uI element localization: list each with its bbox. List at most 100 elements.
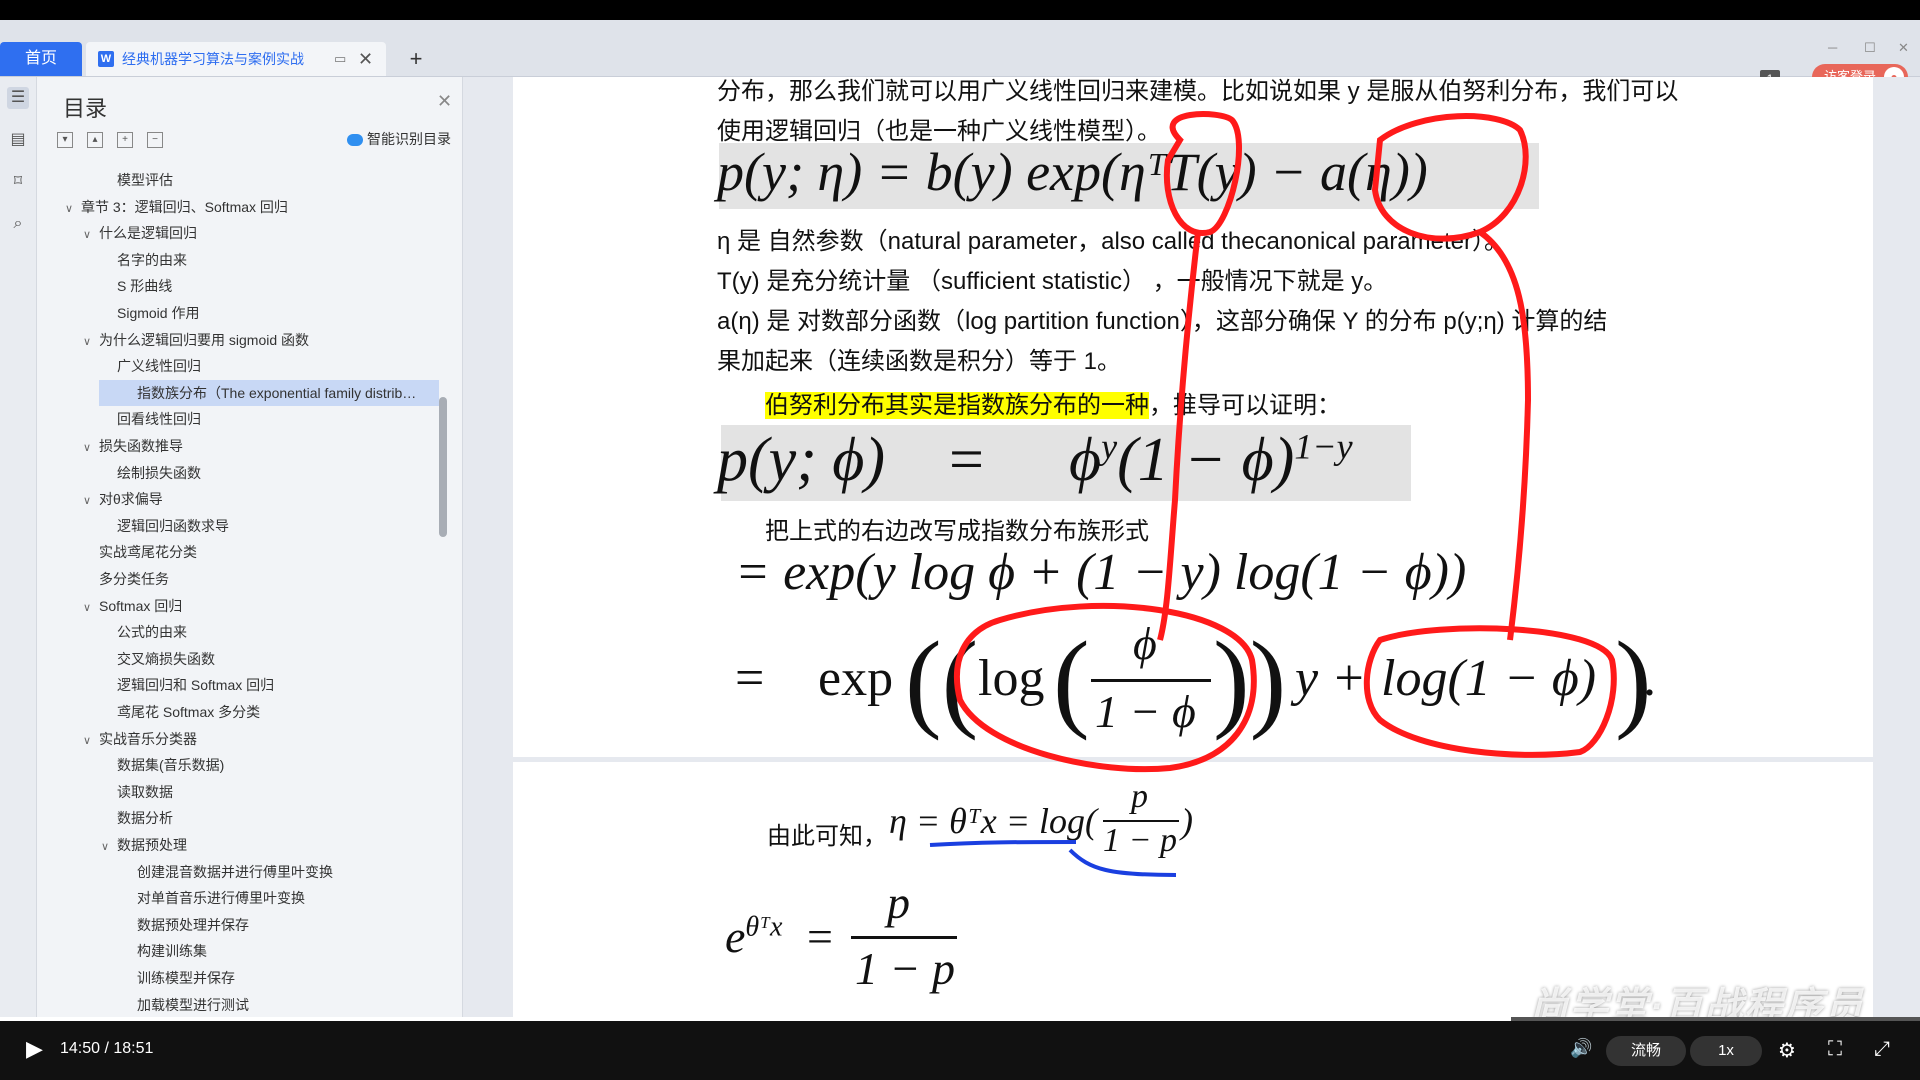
toc-item-label: 实战音乐分类器 [99, 730, 197, 747]
doc-line-1: 分布，那么我们就可以用广义线性回归来建模。比如说如果 y 是服从伯努利分布，我们… [717, 78, 1679, 105]
toc-item[interactable]: Sigmoid 作用 [37, 300, 437, 326]
eq5-close: ) [1181, 801, 1193, 841]
chevron-down-icon[interactable]: ∨ [83, 728, 99, 752]
toc-item[interactable]: ∨ 数据预处理 [37, 832, 437, 858]
toc-item[interactable]: 多分类任务 [37, 566, 437, 592]
toc-item[interactable]: 数据预处理并保存 [37, 912, 437, 938]
toc-item-label: 名字的由来 [117, 251, 187, 268]
toc-item-label: 绘制损失函数 [117, 464, 201, 481]
equation-y-plus: y + [1295, 650, 1367, 707]
pages-icon[interactable]: ▤ [7, 129, 29, 151]
bookmark-icon[interactable]: ⌑ [7, 171, 29, 193]
toc-item[interactable]: 实战鸢尾花分类 [37, 539, 437, 565]
toc-item[interactable]: 逻辑回归和 Softmax 回归 [37, 672, 437, 698]
toc-item-label: 创建混音数据并进行傅里叶变换 [137, 863, 333, 880]
smart-toc-label: 智能识别目录 [367, 131, 451, 147]
toc-item[interactable]: 广义线性回归 [37, 353, 437, 379]
toc-item[interactable]: 公式的由来 [37, 619, 437, 645]
toc-item-label: 数据预处理 [117, 837, 187, 853]
chevron-down-icon[interactable]: ∨ [83, 435, 99, 459]
close-window-icon[interactable]: ✕ [1898, 40, 1909, 56]
left-tool-strip: ☰ ▤ ⌑ ⌕ [0, 77, 37, 1017]
toc-item[interactable]: 交叉熵损失函数 [37, 646, 437, 672]
find-icon[interactable]: ⌕ [7, 213, 29, 235]
toc-item[interactable]: 训练模型并保存 [37, 965, 437, 991]
maximize-icon[interactable]: ☐ [1864, 40, 1876, 56]
smart-toc-button[interactable]: 智能识别目录 [347, 129, 451, 149]
toc-item-label: 模型评估 [117, 172, 173, 188]
toc-item[interactable]: 数据分析 [37, 805, 437, 831]
chevron-down-icon[interactable]: ∨ [65, 196, 81, 220]
eq5-numerator: p [1131, 778, 1148, 815]
smart-toc-icon [347, 134, 363, 147]
expand-icon[interactable]: ▴ [87, 132, 103, 148]
toc-item[interactable]: 模型评估 [37, 167, 437, 193]
toc-item[interactable]: 指数族分布（The exponential family distrib… [99, 379, 439, 406]
eq6-eq: = [807, 911, 833, 962]
toc-item[interactable]: ∨ 损失函数推导 [37, 433, 437, 459]
tab-bar: 首页 W 经典机器学习算法与案例实战 ▭ ✕ + ─ ☐ ✕ 1 访客登录 ● [0, 20, 1920, 90]
chevron-down-icon[interactable]: ∨ [83, 222, 99, 246]
toc-item-label: 对单首音乐进行傅里叶变换 [137, 890, 305, 907]
toc-close-icon[interactable]: ✕ [437, 91, 452, 112]
toc-item[interactable]: 名字的由来 [37, 247, 437, 273]
toc-item[interactable]: ∨ 什么是逻辑回归 [37, 220, 437, 246]
add-heading-icon[interactable]: + [117, 132, 133, 148]
toc-item[interactable]: ∨ Softmax 回归 [37, 593, 437, 619]
bernoulli-rest: ，推导可以证明： [1149, 392, 1341, 419]
toc-item[interactable]: 鸢尾花 Softmax 多分类 [37, 699, 437, 725]
equation-exp-form-2-exp: exp [818, 650, 894, 707]
fullscreen-icon[interactable]: ⤢ [1874, 1038, 1890, 1061]
conclusion-text: 由此可知， [767, 823, 887, 850]
toc-item[interactable]: 对单首音乐进行傅里叶变换 [37, 885, 437, 911]
speed-button[interactable]: 1x [1690, 1036, 1762, 1066]
remove-heading-icon[interactable]: − [147, 132, 163, 148]
web-fullscreen-icon[interactable]: ⛶ [1828, 1038, 1842, 1061]
toc-item-label: 读取数据 [117, 783, 173, 800]
toc-item[interactable]: 逻辑回归函数求导 [37, 513, 437, 539]
quality-button[interactable]: 流畅 [1606, 1036, 1686, 1066]
toc-item[interactable]: 绘制损失函数 [37, 460, 437, 486]
toc-item[interactable]: ∨ 对θ求偏导 [37, 486, 437, 512]
toc-item[interactable]: 加载模型进行测试 [37, 992, 437, 1018]
toc-item[interactable]: 读取数据 [37, 779, 437, 805]
eq6-denominator: 1 − p [855, 943, 956, 994]
minimize-icon[interactable]: ─ [1828, 40, 1837, 55]
equation-bernoulli-eq: = [949, 426, 984, 494]
toc-item[interactable]: 回看线性回归 [37, 406, 437, 432]
eta-description: η 是 自然参数（natural parameter，also called t… [717, 228, 1509, 255]
toc-item-label: 鸢尾花 Softmax 多分类 [117, 704, 261, 720]
toc-item[interactable]: ∨ 实战音乐分类器 [37, 726, 437, 752]
bernoulli-line: 伯努利分布其实是指数族分布的一种，推导可以证明： [765, 385, 1341, 420]
toc-item[interactable]: 构建训练集 [37, 938, 437, 964]
toc-item-label: S 形曲线 [117, 278, 173, 295]
close-tab-icon[interactable]: ✕ [358, 42, 373, 76]
toc-item-label: 数据预处理并保存 [137, 916, 249, 933]
volume-icon[interactable]: 🔊 [1570, 1038, 1592, 1059]
settings-icon[interactable]: ⚙ [1778, 1038, 1796, 1063]
toc-item[interactable]: ∨ 为什么逻辑回归要用 sigmoid 函数 [37, 327, 437, 353]
toc-item[interactable]: ∨ 章节 3：逻辑回归、Softmax 回归 [37, 194, 437, 220]
tab-document-title: 经典机器学习算法与案例实战 [122, 51, 304, 67]
chevron-down-icon[interactable]: ∨ [101, 834, 117, 858]
chevron-down-icon[interactable]: ∨ [83, 488, 99, 512]
window-icon[interactable]: ▭ [334, 42, 346, 76]
play-icon[interactable]: ▶ [26, 1036, 43, 1062]
toc-item[interactable]: 数据集(音乐数据) [37, 752, 437, 778]
a-description-cont: 果加起来（连续函数是积分）等于 1。 [717, 348, 1122, 375]
eq6-lhs: eθᵀx [725, 910, 782, 963]
tab-document[interactable]: W 经典机器学习算法与案例实战 ▭ ✕ [86, 42, 386, 76]
toc-item[interactable]: 创建混音数据并进行傅里叶变换 [37, 859, 437, 885]
chevron-down-icon[interactable]: ∨ [83, 595, 99, 619]
tab-home[interactable]: 首页 [0, 42, 82, 76]
toc-item[interactable]: S 形曲线 [37, 273, 437, 299]
new-tab-button[interactable]: + [404, 42, 428, 76]
equation-bernoulli-lhs: p(y; ϕ) [717, 426, 886, 494]
toc-scrollbar[interactable] [439, 397, 447, 537]
toc-list-icon[interactable]: ☰ [7, 87, 29, 109]
equation-period: . [1643, 650, 1656, 707]
collapse-icon[interactable]: ▾ [57, 132, 73, 148]
frac-bar [1091, 679, 1211, 682]
equation-bernoulli-rhs: ϕy(1 − ϕ)1−y [1069, 426, 1353, 494]
chevron-down-icon[interactable]: ∨ [83, 329, 99, 353]
